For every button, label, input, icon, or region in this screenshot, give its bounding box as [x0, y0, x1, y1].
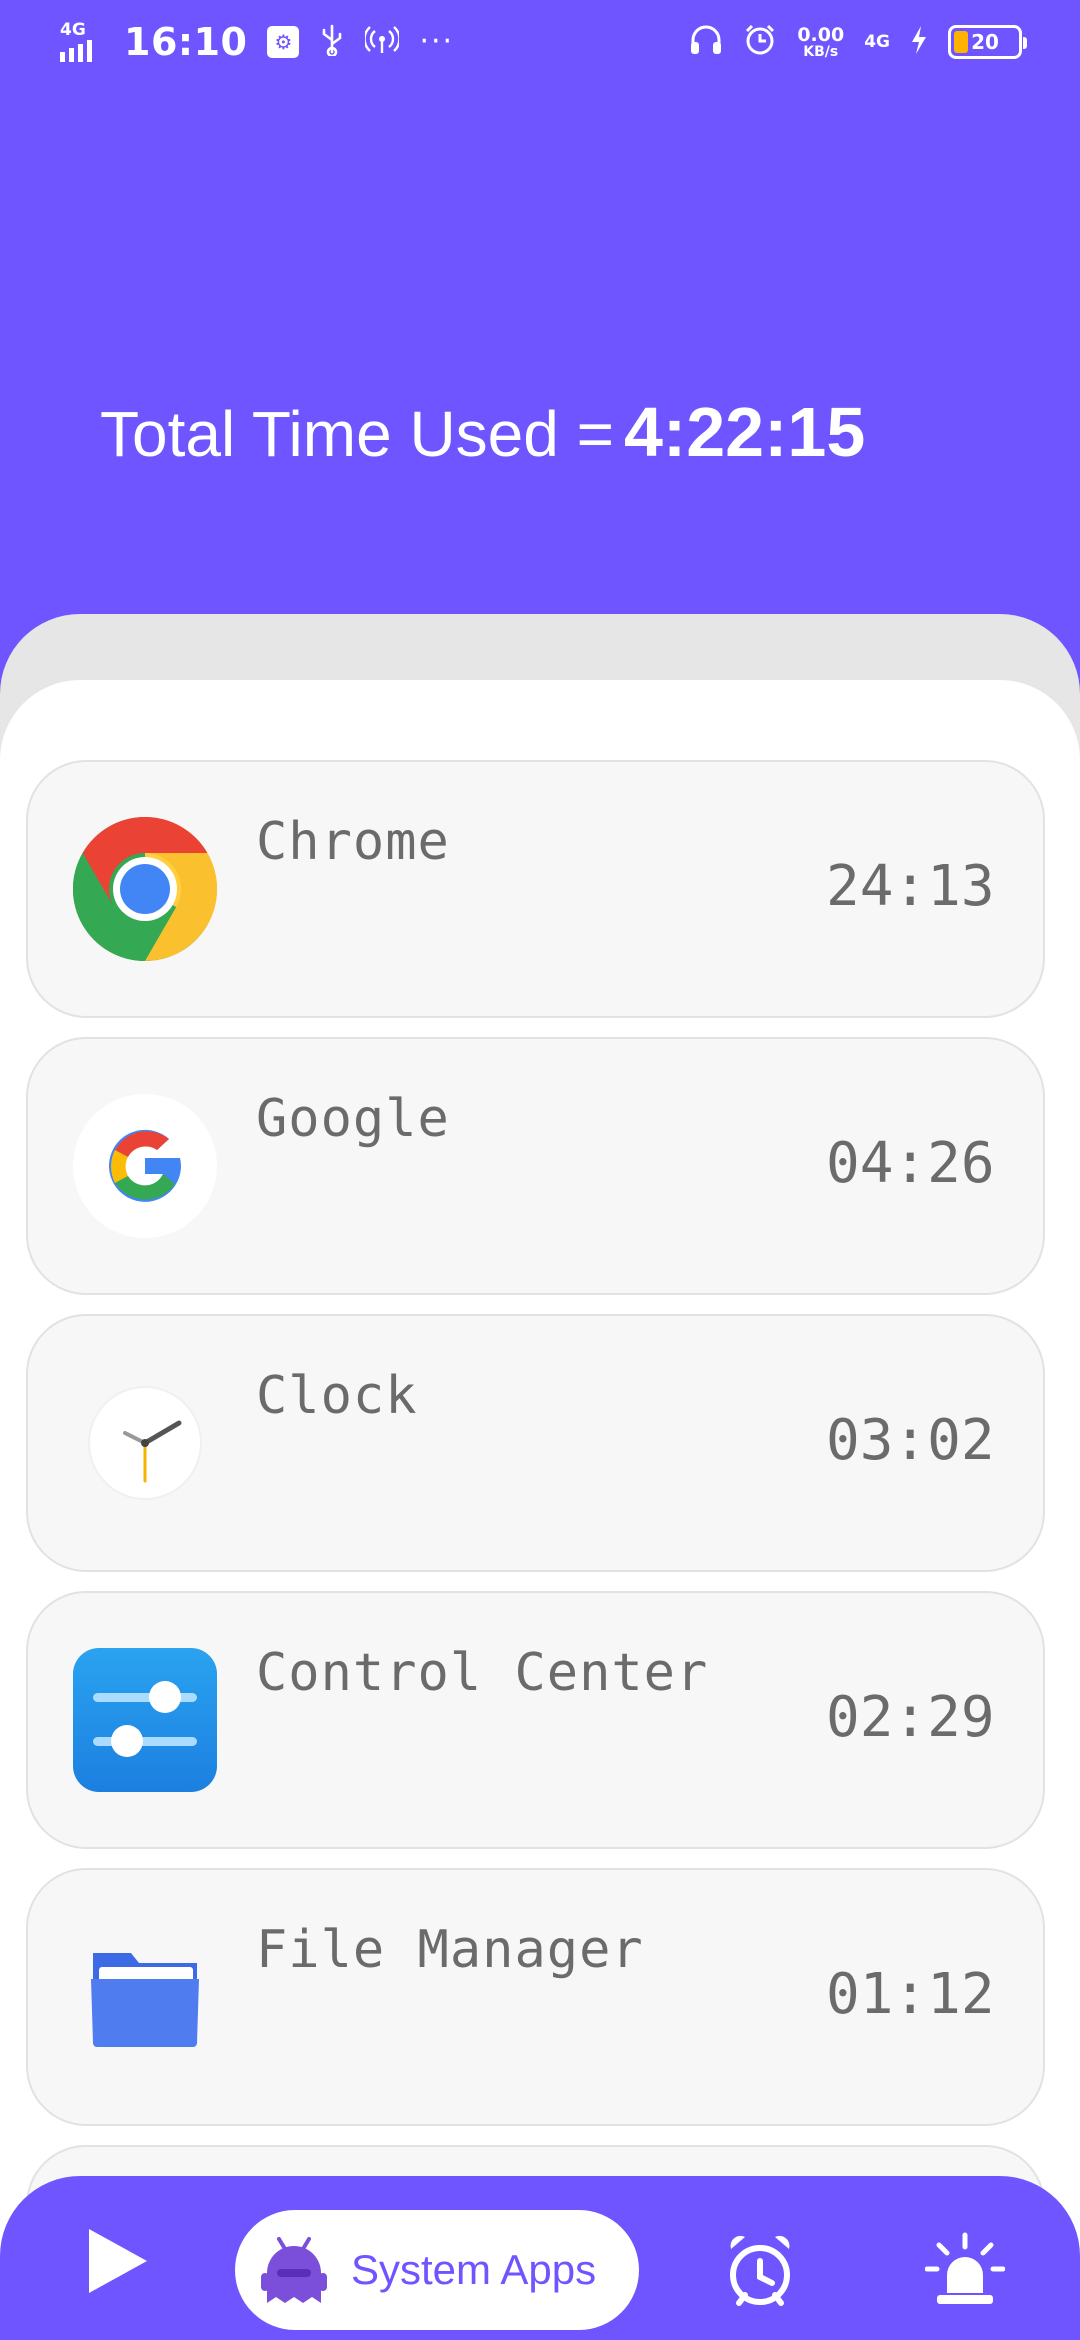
app-usage-time: 03:02	[826, 1408, 995, 1473]
battery-level: 20	[971, 30, 999, 54]
clock-icon	[73, 1371, 217, 1515]
status-left: 4G 16:10 ⚙ ···	[58, 20, 454, 64]
hotspot-icon	[363, 25, 402, 60]
google-icon	[73, 1094, 217, 1238]
alarm-clock-icon	[730, 2235, 790, 2306]
total-time-label: Total Time Used =	[100, 398, 614, 470]
network-type-left: 4G	[60, 20, 86, 40]
signal-icon: 4G	[58, 20, 104, 64]
play-button[interactable]	[78, 2216, 158, 2306]
network-speed: 0.00 KB/s	[797, 23, 845, 60]
status-time: 16:10	[124, 20, 248, 64]
android-ghost-icon	[261, 2237, 327, 2303]
usb-debug-icon: ⚙	[267, 26, 300, 58]
app-card-control-center[interactable]: Control Center 02:29	[26, 1591, 1045, 1849]
battery-icon: 20	[948, 25, 1027, 59]
siren-button[interactable]	[922, 2228, 1008, 2310]
app-usage-time: 02:29	[826, 1685, 995, 1750]
system-apps-tab[interactable]: System Apps	[235, 2210, 639, 2330]
app-usage-time: 24:13	[826, 854, 995, 919]
usb-icon	[319, 24, 345, 61]
network-type-right: 4G	[864, 32, 890, 52]
status-bar: 4G 16:10 ⚙ ··· 0.00 KB/s 4G 20	[0, 0, 1080, 84]
app-usage-time: 04:26	[826, 1131, 995, 1196]
app-name: Google	[256, 1089, 450, 1149]
headphones-icon	[689, 24, 723, 61]
speed-unit: KB/s	[803, 43, 839, 60]
speed-value: 0.00	[797, 23, 845, 46]
control-center-icon	[73, 1648, 217, 1792]
play-icon	[89, 2229, 147, 2293]
charging-icon	[910, 25, 928, 60]
siren-icon	[925, 2232, 1005, 2304]
app-name: File Manager	[256, 1920, 644, 1980]
app-name: Chrome	[256, 812, 450, 872]
total-time-used: Total Time Used = 4:22:15	[100, 392, 865, 472]
app-card-file-manager[interactable]: File Manager 01:12	[26, 1868, 1045, 2126]
status-right: 0.00 KB/s 4G 20	[689, 23, 1027, 62]
chrome-icon	[72, 816, 218, 962]
app-card-chrome[interactable]: Chrome 24:13	[26, 760, 1045, 1018]
alarm-icon	[743, 23, 777, 62]
app-name: Control Center	[256, 1643, 709, 1703]
app-card-google[interactable]: Google 04:26	[26, 1037, 1045, 1295]
total-time-value: 4:22:15	[624, 393, 866, 471]
more-dots-icon: ···	[419, 24, 455, 59]
app-card-clock[interactable]: Clock 03:02	[26, 1314, 1045, 1572]
file-manager-icon	[73, 1925, 217, 2069]
bottom-navigation: System Apps	[0, 2176, 1080, 2340]
system-apps-label: System Apps	[351, 2246, 597, 2293]
app-usage-time: 01:12	[826, 1962, 995, 2027]
app-name: Clock	[256, 1366, 418, 1426]
alarm-clock-button[interactable]	[720, 2228, 800, 2314]
